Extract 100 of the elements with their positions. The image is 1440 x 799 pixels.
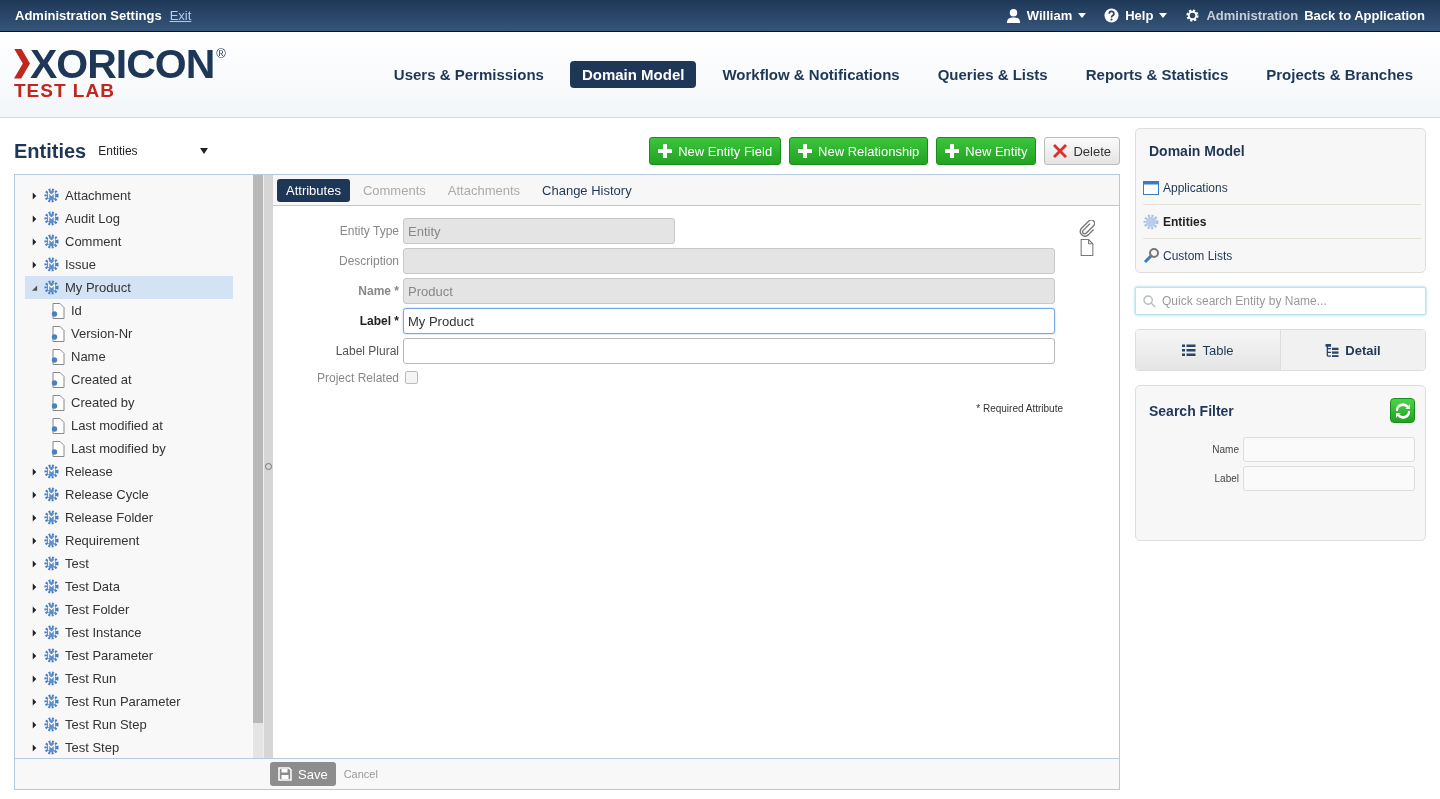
nav-tab[interactable]: Projects & Branches bbox=[1254, 61, 1425, 88]
collapsed-caret-icon[interactable] bbox=[31, 490, 38, 499]
tree-item[interactable]: Created by bbox=[25, 391, 253, 414]
splitter-handle[interactable] bbox=[263, 175, 273, 758]
gear-icon bbox=[44, 625, 59, 640]
tree-item[interactable]: Test Step bbox=[25, 736, 233, 759]
input-field[interactable] bbox=[403, 338, 1055, 364]
nav-tab[interactable]: Workflow & Notifications bbox=[710, 61, 912, 88]
tree-item[interactable]: Attachment bbox=[25, 184, 233, 207]
document-icon bbox=[51, 417, 65, 434]
collapsed-caret-icon[interactable] bbox=[31, 651, 38, 660]
gear-icon bbox=[44, 740, 59, 755]
card-title: Domain Model bbox=[1148, 143, 1246, 159]
gear-icon bbox=[44, 257, 59, 272]
collapsed-caret-icon[interactable] bbox=[31, 605, 38, 614]
collapsed-caret-icon[interactable] bbox=[31, 697, 38, 706]
section-title: Entities bbox=[14, 139, 87, 163]
tree-item[interactable]: Comment bbox=[25, 230, 233, 253]
user-menu[interactable]: William bbox=[1026, 8, 1073, 23]
field-label: Name * bbox=[357, 284, 399, 298]
list-icon bbox=[1182, 343, 1197, 357]
tree-item[interactable]: Last modified at bbox=[25, 414, 253, 437]
tree-item[interactable]: Test Data bbox=[25, 575, 233, 598]
tree-item[interactable]: My Product bbox=[25, 276, 233, 299]
gear-icon bbox=[44, 671, 59, 686]
help-menu[interactable]: Help bbox=[1125, 8, 1154, 23]
collapsed-caret-icon[interactable] bbox=[31, 628, 38, 637]
tree-item[interactable]: Test Run Parameter bbox=[25, 690, 233, 713]
tree-item[interactable]: Issue bbox=[25, 253, 233, 276]
field-label: Description bbox=[337, 254, 399, 268]
tree-item[interactable]: Release bbox=[25, 460, 233, 483]
collapsed-caret-icon[interactable] bbox=[31, 743, 38, 752]
caret-icon[interactable] bbox=[1159, 13, 1168, 18]
gear-icon bbox=[44, 487, 59, 502]
collapsed-caret-icon[interactable] bbox=[31, 559, 38, 568]
input-field[interactable] bbox=[1243, 437, 1415, 462]
tree-item[interactable]: Id bbox=[25, 299, 253, 322]
gear-icon bbox=[44, 648, 59, 663]
tree-item[interactable]: Audit Log bbox=[25, 207, 233, 230]
sidebar-item[interactable]: Entities bbox=[1143, 204, 1421, 238]
gear-icon bbox=[44, 602, 59, 617]
collapsed-caret-icon[interactable] bbox=[31, 536, 38, 545]
scrollbar[interactable] bbox=[253, 175, 263, 758]
tree-item[interactable]: Release Folder bbox=[25, 506, 233, 529]
tab[interactable]: Change History bbox=[533, 178, 641, 202]
tree-item[interactable]: Test Run bbox=[25, 667, 233, 690]
expanded-caret-icon[interactable] bbox=[31, 283, 38, 292]
collapsed-caret-icon[interactable] bbox=[31, 214, 38, 223]
caret-icon bbox=[200, 148, 209, 154]
nav-tab[interactable]: Users & Permissions bbox=[381, 61, 556, 88]
close-icon bbox=[1053, 144, 1068, 158]
collapsed-caret-icon[interactable] bbox=[31, 513, 38, 522]
collapsed-caret-icon[interactable] bbox=[31, 260, 38, 269]
tree-item[interactable]: Test Instance bbox=[25, 621, 233, 644]
collapsed-caret-icon[interactable] bbox=[31, 237, 38, 246]
refresh-button[interactable] bbox=[1390, 398, 1415, 423]
exit-link[interactable]: Exit bbox=[169, 8, 192, 23]
document-icon bbox=[51, 348, 65, 365]
paperclip-icon[interactable] bbox=[1079, 220, 1095, 237]
tree-item[interactable]: Version-Nr bbox=[25, 322, 253, 345]
view-toggle[interactable]: Table bbox=[1136, 330, 1280, 370]
tree-item[interactable]: Release Cycle bbox=[25, 483, 233, 506]
collapsed-caret-icon[interactable] bbox=[31, 720, 38, 729]
caret-icon[interactable] bbox=[1078, 13, 1087, 18]
field-label: Label Plural bbox=[334, 344, 399, 358]
tree-item[interactable]: Last modified by bbox=[25, 437, 253, 460]
tree-item[interactable]: Test Run Step bbox=[25, 713, 233, 736]
nav-tab[interactable]: Reports & Statistics bbox=[1073, 61, 1241, 88]
search-icon bbox=[1143, 295, 1156, 308]
tree-item[interactable]: Test bbox=[25, 552, 233, 575]
collapsed-caret-icon[interactable] bbox=[31, 191, 38, 200]
entity-dropdown[interactable]: Entities bbox=[98, 144, 209, 158]
input-field[interactable] bbox=[1243, 466, 1415, 491]
sidebar-item[interactable]: Custom Lists bbox=[1143, 238, 1421, 272]
tree-item[interactable]: Name bbox=[25, 345, 253, 368]
tree-item[interactable]: Test Parameter bbox=[25, 644, 233, 667]
tab[interactable]: Attributes bbox=[277, 178, 350, 202]
nav-tab[interactable]: Domain Model bbox=[569, 61, 697, 88]
nav-tab[interactable]: Queries & Lists bbox=[925, 61, 1060, 88]
document-icon[interactable] bbox=[1079, 239, 1095, 256]
tree-item[interactable]: Test Folder bbox=[25, 598, 233, 621]
collapsed-caret-icon[interactable] bbox=[31, 582, 38, 591]
input-field[interactable]: My Product bbox=[403, 308, 1055, 334]
gear-icon bbox=[44, 464, 59, 479]
plus-icon bbox=[658, 144, 673, 158]
collapsed-caret-icon[interactable] bbox=[31, 467, 38, 476]
back-to-application-link[interactable]: Back to Application bbox=[1304, 8, 1425, 23]
quick-search-field[interactable]: Quick search Entity by Name... bbox=[1135, 287, 1426, 315]
tree-item[interactable]: Created at bbox=[25, 368, 253, 391]
refresh-icon bbox=[1394, 402, 1411, 419]
tree-item[interactable]: Requirement bbox=[25, 529, 233, 552]
action-button[interactable]: Delete bbox=[1044, 137, 1120, 165]
document-icon bbox=[51, 325, 65, 342]
document-icon bbox=[51, 371, 65, 388]
help-icon bbox=[1104, 8, 1120, 23]
sidebar-item[interactable]: Applications bbox=[1143, 171, 1421, 204]
field-label: Label bbox=[1214, 473, 1239, 484]
logo: XORICON® TEST LAB bbox=[14, 45, 226, 100]
view-toggle[interactable]: Detail bbox=[1280, 330, 1425, 370]
collapsed-caret-icon[interactable] bbox=[31, 674, 38, 683]
